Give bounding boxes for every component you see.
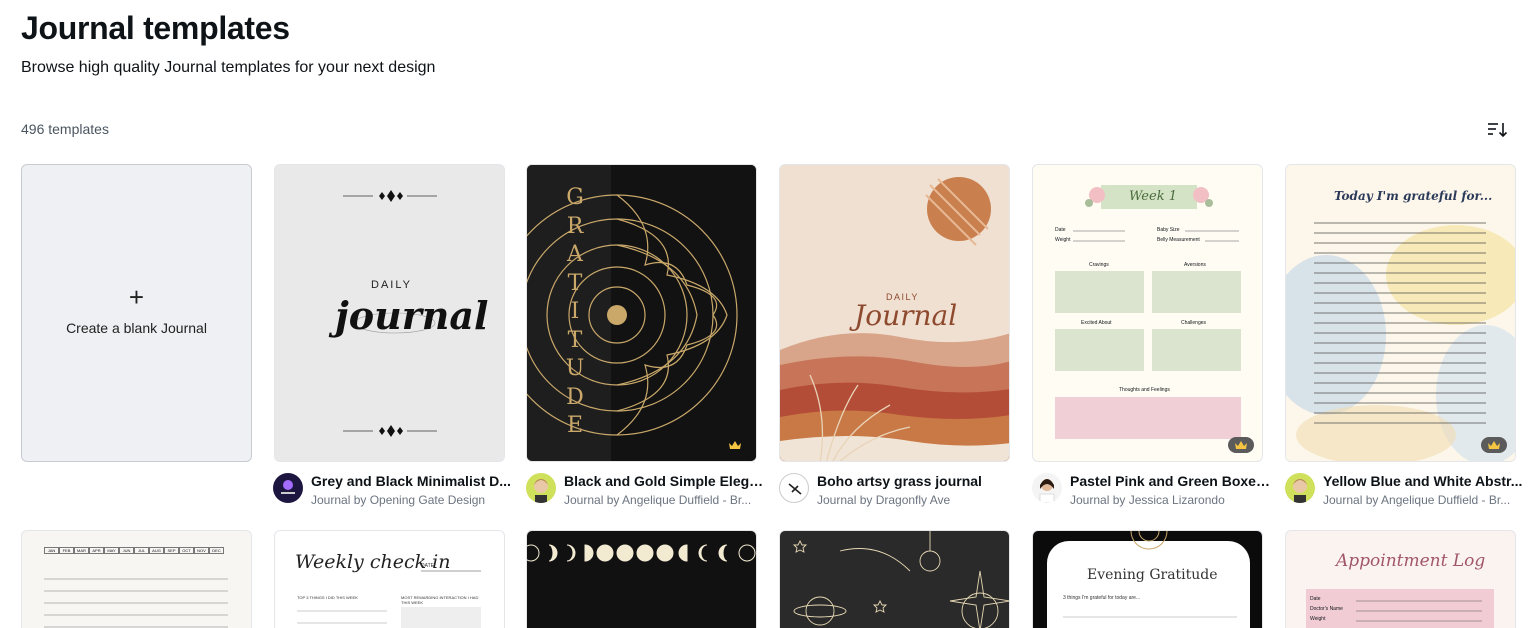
avatar	[1032, 473, 1062, 503]
template-title[interactable]: Black and Gold Simple Elega...	[564, 473, 764, 489]
template-title[interactable]: Grey and Black Minimalist D...	[311, 473, 511, 489]
template-card[interactable]: Appointment Log Date Doctor's Name Weigh…	[1285, 530, 1516, 628]
crown-icon	[1488, 441, 1500, 449]
create-blank-label: Create a blank Journal	[66, 320, 207, 336]
template-thumbnail	[527, 544, 756, 562]
page-subtitle: Browse high quality Journal templates fo…	[21, 59, 436, 76]
thumb-journal-text: journal	[335, 293, 489, 338]
premium-badge	[1481, 437, 1507, 453]
crown-icon	[729, 441, 741, 449]
thumb-grateful: Today I'm grateful for...	[1334, 189, 1493, 203]
avatar	[779, 473, 809, 503]
gratitude-letters: G R A T I T U D E	[565, 185, 585, 438]
template-title[interactable]: Pastel Pink and Green Boxes...	[1070, 473, 1270, 489]
thumb-label: Weight	[1310, 616, 1326, 622]
template-author[interactable]: Journal by Dragonfly Ave	[817, 493, 1017, 507]
template-meta[interactable]: Pastel Pink and Green Boxes... Journal b…	[1032, 473, 1272, 513]
thumb-label: Baby Size	[1157, 227, 1180, 233]
template-card[interactable]: Weekly check in DATE TOP 3 THINGS I DID …	[274, 530, 505, 628]
template-author[interactable]: Journal by Jessica Lizarondo	[1070, 493, 1270, 507]
template-thumbnail	[1306, 589, 1494, 628]
letter: T	[567, 270, 583, 296]
thumb-label: Weight	[1055, 237, 1071, 243]
letter: E	[566, 413, 584, 438]
template-thumbnail	[297, 570, 481, 628]
premium-badge	[1228, 437, 1254, 453]
thumb-evening: Evening Gratitude	[1087, 567, 1218, 583]
thumb-daily-text: DAILY	[371, 279, 412, 291]
template-card[interactable]	[526, 530, 757, 628]
thumb-evening-sub: 3 things I'm grateful for today are...	[1063, 595, 1141, 601]
template-count: 496 templates	[21, 121, 109, 137]
thumb-label: Thoughts and Feelings	[1119, 387, 1170, 393]
thumb-label: Challenges	[1181, 320, 1207, 326]
template-card[interactable]	[779, 530, 1010, 628]
sort-icon	[1488, 123, 1508, 138]
template-meta[interactable]: Black and Gold Simple Elega... Journal b…	[526, 473, 766, 513]
create-blank-journal-card[interactable]: + Create a blank Journal	[21, 164, 252, 462]
thumb-boho-journal: Journal	[854, 299, 958, 332]
thumb-label: Date	[1055, 227, 1066, 233]
template-title[interactable]: Boho artsy grass journal	[817, 473, 1017, 489]
template-author[interactable]: Journal by Angelique Duffield - Br...	[564, 493, 764, 507]
template-author[interactable]: Journal by Angelique Duffield - Br...	[1323, 493, 1523, 507]
template-meta[interactable]: Yellow Blue and White Abstr... Journal b…	[1285, 473, 1525, 513]
avatar	[273, 473, 303, 503]
template-meta[interactable]: Boho artsy grass journal Journal by Drag…	[779, 473, 1019, 513]
thumb-label: Excited About	[1081, 320, 1112, 326]
template-thumbnail	[1286, 165, 1515, 461]
template-card[interactable]: JAN FEB MAR APR MAY JUN JUL AUG SEP OCT …	[21, 530, 252, 628]
template-meta[interactable]: Grey and Black Minimalist D... Journal b…	[273, 473, 513, 513]
template-card[interactable]: Today I'm grateful for...	[1285, 164, 1516, 462]
letter: U	[565, 356, 585, 381]
thumb-label: Doctor's Name	[1310, 606, 1343, 612]
template-card[interactable]: G R A T I T U D E	[526, 164, 757, 462]
thumb-label: Belly Measurement	[1157, 237, 1200, 243]
template-thumbnail	[44, 578, 228, 628]
thumb-label: Cravings	[1089, 262, 1109, 268]
letter: I	[570, 299, 580, 324]
template-title[interactable]: Yellow Blue and White Abstr...	[1323, 473, 1523, 489]
avatar	[1285, 473, 1315, 503]
avatar	[526, 473, 556, 503]
template-card[interactable]: DAILY Journal	[779, 164, 1010, 462]
plus-icon: +	[128, 282, 145, 312]
template-card[interactable]: Week 1 Date Weight Baby Size Belly Measu…	[1032, 164, 1263, 462]
letter: G	[566, 185, 584, 210]
page-title: Journal templates	[21, 10, 290, 46]
template-author[interactable]: Journal by Opening Gate Design	[311, 493, 511, 507]
crown-icon	[1235, 441, 1247, 449]
letter: R	[566, 213, 584, 239]
thumb-label: Aversions	[1184, 262, 1206, 268]
template-thumbnail	[792, 531, 1009, 628]
thumb-week: Week 1	[1129, 189, 1177, 204]
template-thumbnail	[527, 165, 756, 461]
thumb-label: Date	[1310, 596, 1321, 602]
letter: T	[567, 327, 583, 353]
premium-badge	[722, 437, 748, 453]
template-thumbnail	[1055, 185, 1241, 439]
letter: D	[566, 384, 584, 410]
sort-button[interactable]	[1484, 118, 1510, 142]
letter: A	[567, 242, 583, 267]
template-card[interactable]: DAILY journal	[274, 164, 505, 462]
template-card[interactable]: Evening Gratitude 3 things I'm grateful …	[1032, 530, 1263, 628]
